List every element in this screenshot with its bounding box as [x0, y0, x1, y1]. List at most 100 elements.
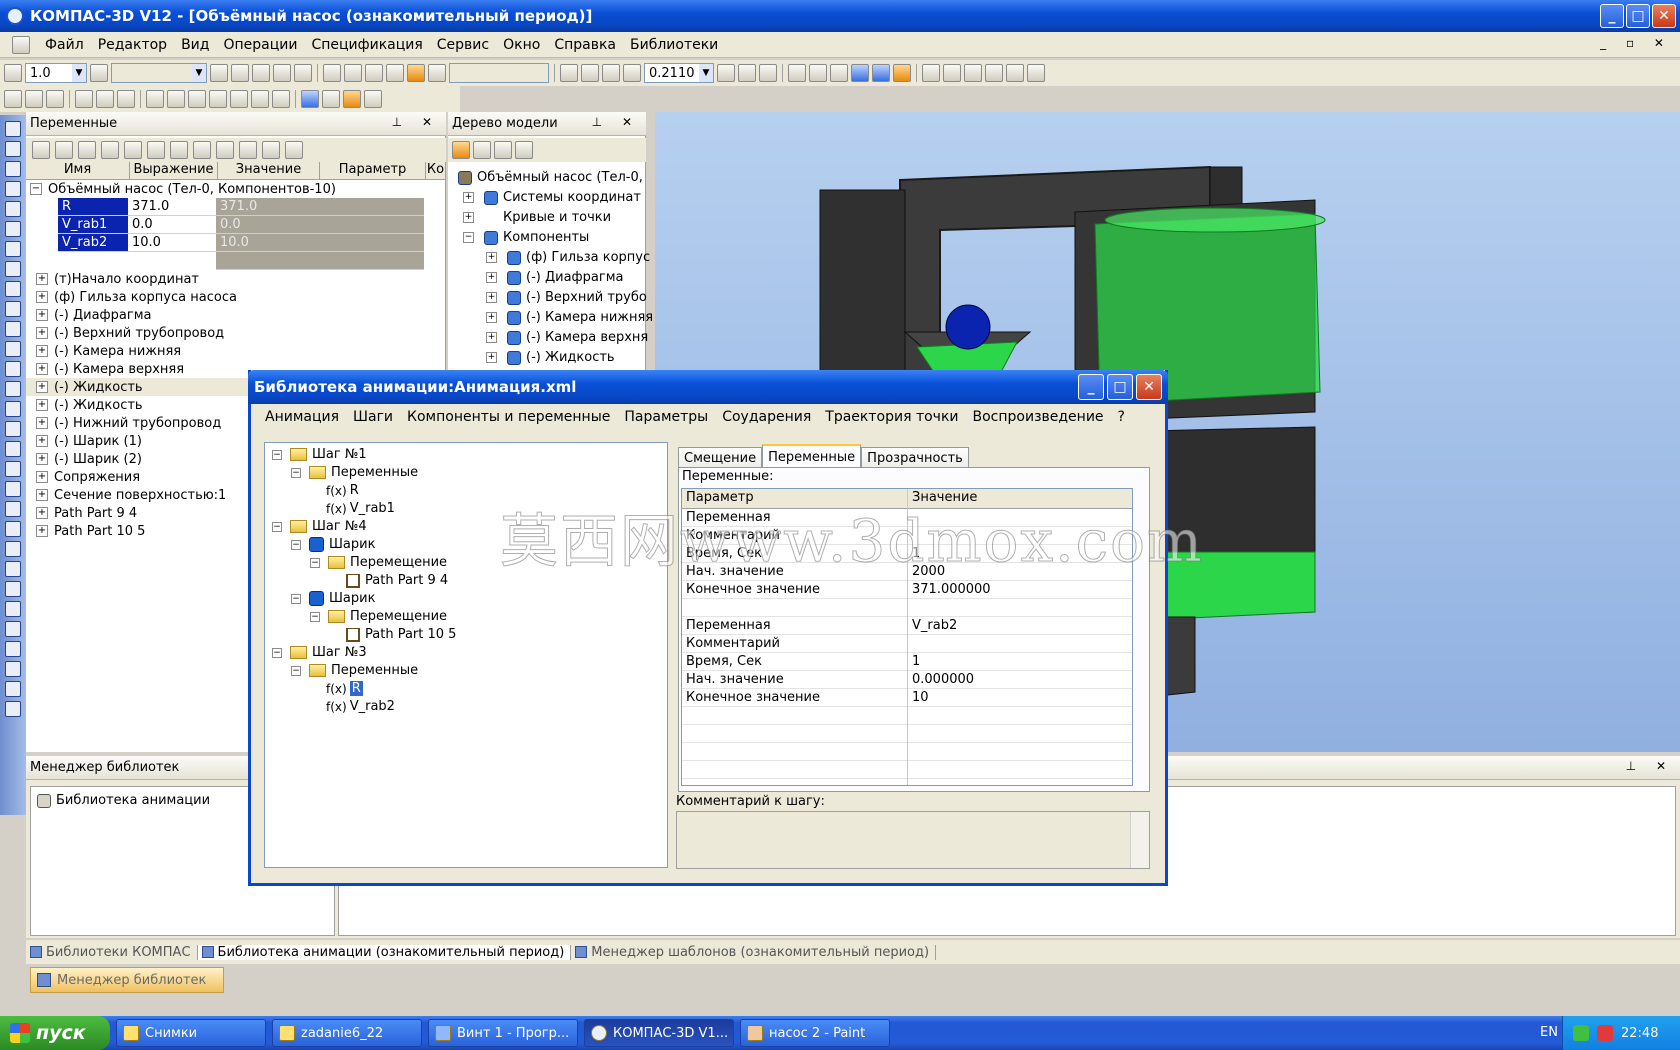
preview-icon[interactable]: [96, 90, 114, 108]
tool-icon[interactable]: [1006, 64, 1024, 82]
antivirus-icon[interactable]: [1597, 1025, 1613, 1041]
tool-icon[interactable]: [5, 541, 21, 557]
tool-icon[interactable]: [5, 641, 21, 657]
step-comment-textarea[interactable]: [676, 811, 1150, 869]
step-icon[interactable]: [4, 64, 22, 82]
model-tree-item[interactable]: + (-) Камера нижняя: [486, 310, 653, 325]
tool-icon[interactable]: [294, 64, 312, 82]
variables-item[interactable]: + (т)Начало координат: [26, 270, 446, 288]
tool-icon[interactable]: [5, 421, 21, 437]
tool-icon[interactable]: [273, 64, 291, 82]
tool-icon[interactable]: [5, 481, 21, 497]
save-icon[interactable]: [46, 90, 64, 108]
tab-transparency[interactable]: Прозрачность: [861, 447, 969, 469]
tool-icon[interactable]: [5, 181, 21, 197]
tool-icon[interactable]: [5, 141, 21, 157]
dialog-maximize-button[interactable]: □: [1107, 374, 1133, 400]
variables-node[interactable]: − Переменные: [291, 663, 418, 678]
prop-value[interactable]: 1: [912, 654, 920, 669]
thin-lines-icon[interactable]: [830, 64, 848, 82]
tool-icon[interactable]: [964, 64, 982, 82]
task-button[interactable]: Винт 1 - Прогр...: [428, 1019, 578, 1047]
component-node[interactable]: − Шарик: [291, 591, 375, 606]
tool-icon[interactable]: [5, 581, 21, 597]
variable-node-selected[interactable]: f(x) R: [326, 681, 363, 696]
step-combo[interactable]: 1.0 ▼: [25, 63, 87, 83]
model-tree-item[interactable]: + (-) Верхний трубо: [486, 290, 647, 305]
tool-icon[interactable]: [344, 64, 362, 82]
tool-icon[interactable]: [209, 90, 227, 108]
task-button[interactable]: насос 2 - Paint: [740, 1019, 890, 1047]
var-name-r[interactable]: R: [58, 198, 128, 216]
dlg-menu-parameters[interactable]: Параметры: [617, 409, 715, 425]
help-icon[interactable]: [285, 141, 303, 159]
tool-icon[interactable]: [5, 401, 21, 417]
dlg-menu-animation[interactable]: Анимация: [258, 409, 346, 425]
tool-icon[interactable]: [5, 341, 21, 357]
fx-icon[interactable]: [78, 141, 96, 159]
prop-value[interactable]: 0.000000: [912, 672, 974, 687]
var-expr-v-rab1[interactable]: 0.0: [128, 216, 216, 234]
tab-offset[interactable]: Смещение: [678, 447, 763, 469]
column-divider[interactable]: [907, 489, 908, 785]
tool-icon[interactable]: [5, 561, 21, 577]
menu-file[interactable]: Файл: [38, 37, 91, 53]
dialog-close-button[interactable]: ✕: [1136, 374, 1162, 400]
snap-icon[interactable]: [407, 64, 425, 82]
tool-icon[interactable]: [5, 201, 21, 217]
variables-item[interactable]: + (-) Камера нижняя: [26, 342, 446, 360]
prop-value[interactable]: 1: [912, 546, 920, 561]
start-button[interactable]: пуск: [0, 1016, 110, 1050]
variables-item[interactable]: + (-) Верхний трубопровод: [26, 324, 446, 342]
perspective-icon[interactable]: [893, 64, 911, 82]
tool-icon[interactable]: [5, 241, 21, 257]
library-manager-button[interactable]: Менеджер библиотек: [30, 967, 224, 993]
tool-icon[interactable]: [5, 221, 21, 237]
dlg-menu-trajectory[interactable]: Траектория точки: [818, 409, 965, 425]
pan-icon[interactable]: [717, 64, 735, 82]
tool-icon[interactable]: [5, 661, 21, 677]
variables-fx-icon[interactable]: [343, 90, 361, 108]
tool-icon[interactable]: [5, 521, 21, 537]
var-name-v-rab2[interactable]: V_rab2: [58, 234, 128, 252]
col-name[interactable]: Имя: [26, 162, 130, 179]
tool-icon[interactable]: [5, 621, 21, 637]
arrow-down-icon[interactable]: [147, 141, 165, 159]
cut-icon[interactable]: [146, 90, 164, 108]
filter-icon[interactable]: [943, 64, 961, 82]
tool-icon[interactable]: [210, 64, 228, 82]
variable-node[interactable]: f(x) V_rab1: [326, 501, 395, 516]
maximize-button[interactable]: □: [1626, 4, 1650, 28]
col-value[interactable]: Значение: [218, 162, 320, 179]
prop-value[interactable]: 371.000000: [912, 582, 991, 597]
variable-node[interactable]: f(x) V_rab2: [326, 699, 395, 714]
hidden-lines-icon[interactable]: [809, 64, 827, 82]
open-icon[interactable]: [25, 90, 43, 108]
col-expression[interactable]: Выражение: [130, 162, 218, 179]
tool-icon[interactable]: [262, 141, 280, 159]
tool-icon[interactable]: [1027, 64, 1045, 82]
prop-value[interactable]: V_rab2: [912, 618, 957, 633]
task-button[interactable]: КОМПАС-3D V1...: [584, 1019, 734, 1047]
link-icon[interactable]: [170, 141, 188, 159]
tool-icon[interactable]: [428, 64, 446, 82]
tool-icon[interactable]: [5, 461, 21, 477]
comment-scrollbar[interactable]: [1130, 812, 1149, 868]
variables-root-row[interactable]: − Объёмный насос (Тел-0, Компонентов-10): [26, 180, 446, 198]
model-tree-root[interactable]: Объёмный насос (Тел-0,: [458, 170, 643, 185]
print-icon[interactable]: [75, 90, 93, 108]
language-indicator[interactable]: EN: [1540, 1025, 1558, 1040]
tool-icon[interactable]: [386, 64, 404, 82]
tool-icon[interactable]: [5, 281, 21, 297]
menu-view[interactable]: Вид: [174, 37, 216, 53]
tool-icon[interactable]: [5, 701, 21, 717]
tool-icon[interactable]: [5, 601, 21, 617]
document-icon[interactable]: [12, 35, 30, 54]
shaded-icon[interactable]: [851, 64, 869, 82]
zoom-in-icon[interactable]: [581, 64, 599, 82]
tool-icon[interactable]: [322, 90, 340, 108]
zoom-scale-icon[interactable]: [623, 64, 641, 82]
orient-icon[interactable]: [759, 64, 777, 82]
close-button[interactable]: ✕: [1652, 4, 1676, 28]
menu-operations[interactable]: Операции: [216, 37, 304, 53]
